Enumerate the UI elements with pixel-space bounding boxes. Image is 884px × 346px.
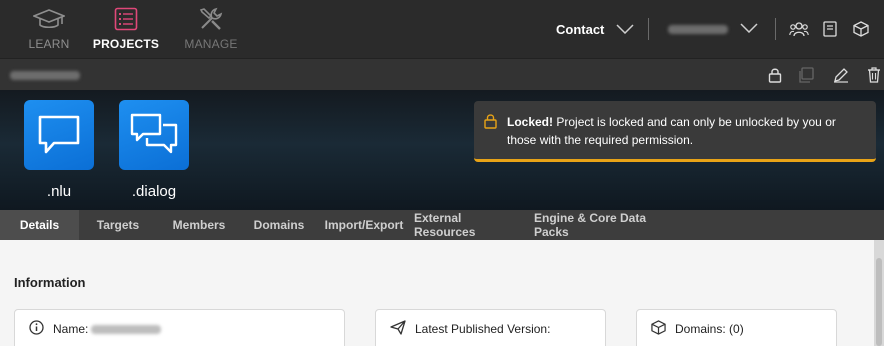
nav-manage[interactable]: MANAGE bbox=[183, 6, 239, 54]
project-name-redacted bbox=[10, 71, 80, 80]
name-label: Name: bbox=[53, 322, 89, 336]
user-name-redacted bbox=[668, 24, 728, 34]
tab-members[interactable]: Members bbox=[165, 210, 233, 240]
nav-manage-label: MANAGE bbox=[184, 37, 238, 51]
cube-icon[interactable] bbox=[851, 20, 871, 38]
lock-icon[interactable] bbox=[765, 66, 785, 84]
list-icon bbox=[114, 6, 138, 32]
nlu-app-label: .nlu bbox=[46, 183, 72, 200]
team-icon[interactable] bbox=[789, 20, 809, 38]
nav-divider bbox=[648, 18, 649, 40]
tab-details[interactable]: Details bbox=[0, 210, 79, 240]
nlu-app-tile[interactable] bbox=[24, 100, 94, 170]
cube-icon bbox=[651, 320, 666, 338]
contact-label: Contact bbox=[556, 21, 605, 37]
tab-import-export[interactable]: Import/Export bbox=[322, 210, 406, 240]
nav-projects-label: PROJECTS bbox=[92, 37, 160, 51]
contact-dropdown[interactable]: Contact bbox=[556, 20, 634, 38]
top-nav: LEARN PROJECTS MANAGE Contact bbox=[0, 0, 884, 58]
domains-card: Domains: (0) bbox=[636, 309, 837, 346]
info-icon bbox=[29, 320, 44, 338]
project-bar bbox=[0, 58, 884, 90]
locked-message: Project is locked and can only be unlock… bbox=[507, 115, 836, 147]
locked-title: Locked! bbox=[507, 115, 554, 129]
project-hero: .nlu .dialog Locked! Project is locked a… bbox=[0, 90, 884, 210]
nav-divider bbox=[775, 18, 776, 40]
graduation-cap-icon bbox=[33, 6, 65, 32]
chat-bubble-icon bbox=[38, 115, 80, 154]
copy-icon bbox=[796, 66, 816, 84]
name-value-redacted bbox=[91, 324, 162, 334]
published-version-label: Latest Published Version: bbox=[415, 322, 551, 336]
tab-targets[interactable]: Targets bbox=[86, 210, 150, 240]
tools-icon bbox=[198, 6, 224, 32]
user-dropdown[interactable] bbox=[668, 20, 758, 38]
name-card: Name: bbox=[14, 309, 345, 346]
published-version-card: Latest Published Version: bbox=[375, 309, 606, 346]
book-icon[interactable] bbox=[820, 20, 840, 38]
edit-icon[interactable] bbox=[831, 66, 851, 84]
dialog-app-tile[interactable] bbox=[119, 100, 189, 170]
chat-bubbles-icon bbox=[130, 113, 178, 154]
lock-warning-icon bbox=[484, 113, 497, 134]
details-panel: Information Name: Latest Published Versi… bbox=[0, 240, 884, 346]
scrollbar-thumb[interactable] bbox=[876, 258, 882, 346]
send-icon bbox=[390, 320, 406, 338]
tab-domains[interactable]: Domains bbox=[248, 210, 310, 240]
dialog-app-label: .dialog bbox=[131, 183, 177, 200]
chevron-down-icon bbox=[740, 20, 758, 38]
chevron-down-icon bbox=[616, 22, 634, 37]
nav-projects[interactable]: PROJECTS bbox=[92, 6, 160, 54]
nav-learn[interactable]: LEARN bbox=[28, 6, 70, 54]
tab-engine-core-data-packs[interactable]: Engine & Core Data Packs bbox=[534, 210, 680, 240]
information-heading: Information bbox=[14, 275, 86, 290]
locked-notice: Locked! Project is locked and can only b… bbox=[474, 101, 876, 162]
domains-label: Domains: (0) bbox=[675, 322, 744, 336]
project-tabs: Details Targets Members Domains Import/E… bbox=[0, 210, 884, 240]
nav-learn-label: LEARN bbox=[28, 37, 70, 51]
tab-external-resources[interactable]: External Resources bbox=[414, 210, 526, 240]
trash-icon[interactable] bbox=[864, 66, 884, 84]
